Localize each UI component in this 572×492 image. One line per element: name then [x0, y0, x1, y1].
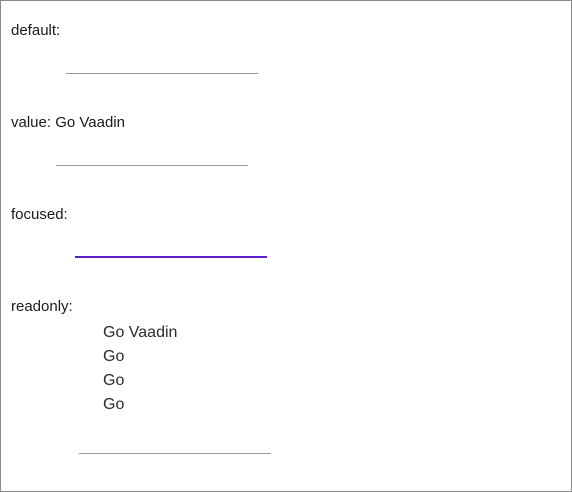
readonly-line: Go — [103, 396, 125, 413]
focused-underline — [75, 256, 267, 258]
readonly-underline — [79, 453, 271, 454]
readonly-line: Go — [103, 372, 125, 389]
readonly-text-area[interactable] — [79, 434, 271, 454]
default-label: default: — [11, 22, 61, 39]
demo-frame: default: value: Go Vaadin focused: reado… — [0, 0, 572, 492]
value-underline — [56, 165, 248, 166]
default-underline — [66, 73, 258, 74]
readonly-line: Go — [103, 348, 125, 365]
focused-label: focused: — [11, 206, 68, 223]
readonly-line: Go Vaadin — [103, 324, 178, 341]
default-text-area[interactable] — [66, 54, 258, 74]
focused-text-area[interactable] — [75, 238, 267, 258]
readonly-label: readonly: — [11, 298, 73, 315]
readonly-text-area-value: Go Vaadin Go Go Go — [103, 321, 177, 417]
value-label: value: Go Vaadin — [11, 114, 125, 131]
value-text-area[interactable] — [56, 146, 248, 166]
